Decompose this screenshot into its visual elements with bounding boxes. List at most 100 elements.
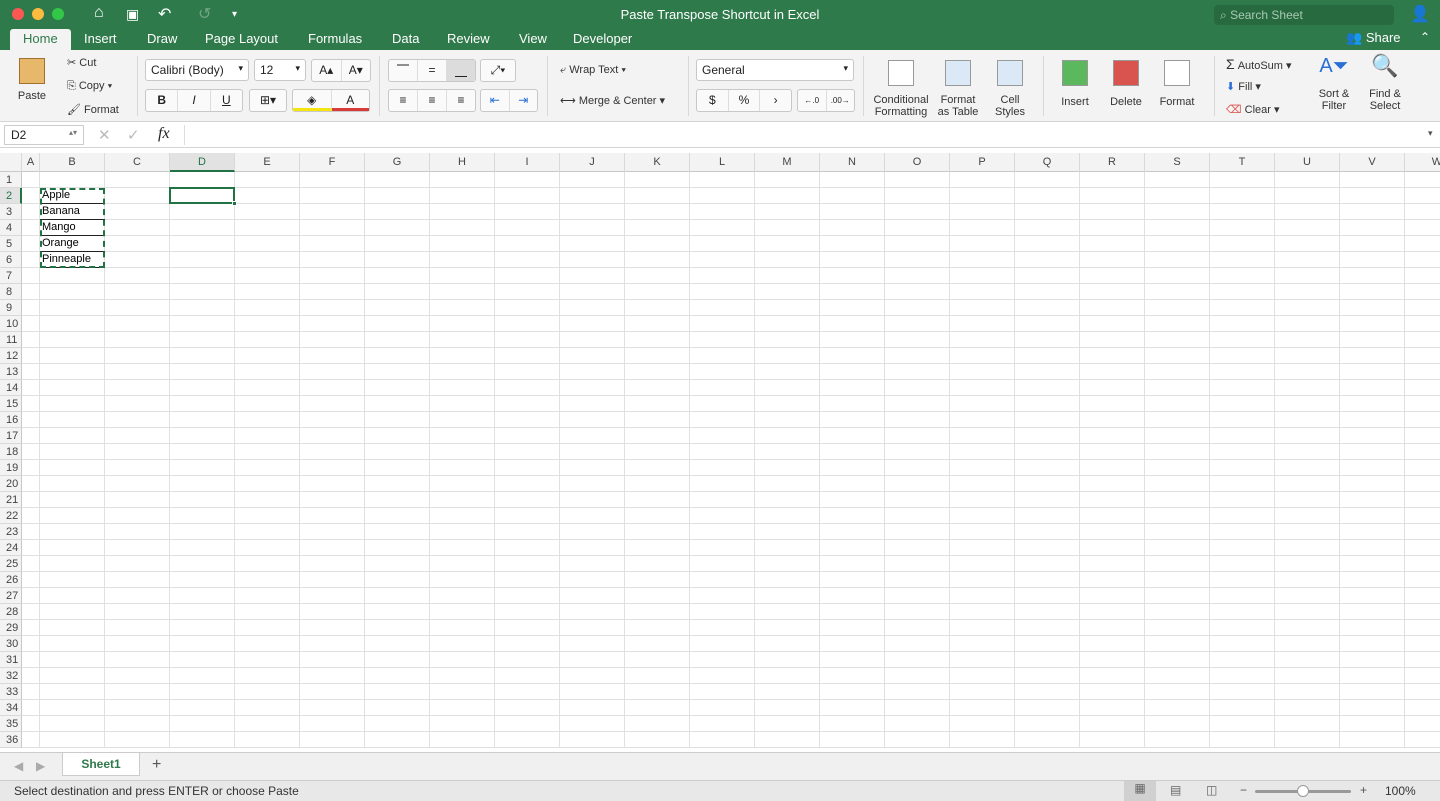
column-header-W[interactable]: W — [1405, 153, 1440, 172]
row-header-6[interactable]: 6 — [0, 252, 22, 268]
copy-button[interactable]: ⎘ Copy ▾ — [67, 80, 112, 93]
underline-button[interactable]: U — [211, 90, 242, 111]
row-header-5[interactable]: 5 — [0, 236, 22, 252]
column-header-E[interactable]: E — [235, 153, 300, 172]
percent-button[interactable]: % — [729, 90, 761, 111]
row-header-29[interactable]: 29 — [0, 620, 22, 636]
search-sheet-input[interactable]: ⌕ Search Sheet — [1214, 5, 1394, 25]
column-header-J[interactable]: J — [560, 153, 625, 172]
comma-style-button[interactable]: › — [760, 90, 791, 111]
scroll-sheets-left-icon[interactable]: ◀ — [14, 759, 23, 773]
active-cell-selection[interactable] — [169, 187, 235, 204]
column-header-G[interactable]: G — [365, 153, 430, 172]
row-header-25[interactable]: 25 — [0, 556, 22, 572]
format-as-table-button[interactable]: Format as Table — [934, 60, 982, 118]
column-header-T[interactable]: T — [1210, 153, 1275, 172]
align-bottom-icon[interactable]: ⎽ — [447, 60, 475, 81]
row-header-1[interactable]: 1 — [0, 172, 22, 188]
scroll-sheets-right-icon[interactable]: ▶ — [36, 759, 45, 773]
tab-view[interactable]: View — [506, 29, 560, 50]
column-header-R[interactable]: R — [1080, 153, 1145, 172]
row-header-34[interactable]: 34 — [0, 700, 22, 716]
expand-formula-bar-icon[interactable]: ▾ — [1428, 128, 1433, 139]
wrap-text-button[interactable]: ⤶ Wrap Text ▾ — [560, 64, 626, 77]
row-header-18[interactable]: 18 — [0, 444, 22, 460]
row-header-32[interactable]: 32 — [0, 668, 22, 684]
column-header-D[interactable]: D — [170, 153, 235, 172]
align-left-icon[interactable]: ≡ — [389, 90, 418, 111]
column-header-N[interactable]: N — [820, 153, 885, 172]
merge-center-button[interactable]: ⟷ Merge & Center ▾ — [560, 94, 665, 107]
sort-filter-button[interactable]: A⏷ Sort & Filter — [1310, 56, 1358, 112]
tab-review[interactable]: Review — [434, 29, 503, 50]
row-header-16[interactable]: 16 — [0, 412, 22, 428]
column-header-B[interactable]: B — [40, 153, 105, 172]
tab-draw[interactable]: Draw — [134, 29, 190, 50]
clear-button[interactable]: ⌫ Clear ▾ — [1226, 103, 1280, 116]
row-header-27[interactable]: 27 — [0, 588, 22, 604]
tab-formulas[interactable]: Formulas — [295, 29, 375, 50]
row-header-24[interactable]: 24 — [0, 540, 22, 556]
column-header-I[interactable]: I — [495, 153, 560, 172]
align-right-icon[interactable]: ≡ — [447, 90, 475, 111]
normal-view-button[interactable]: ▦ — [1124, 781, 1156, 801]
row-header-13[interactable]: 13 — [0, 364, 22, 380]
row-header-26[interactable]: 26 — [0, 572, 22, 588]
zoom-in-button[interactable]: + — [1360, 783, 1367, 797]
paste-button[interactable]: Paste — [10, 58, 54, 102]
fill-color-icon[interactable]: ◈ — [293, 90, 332, 111]
tab-home[interactable]: Home — [10, 29, 71, 50]
row-header-28[interactable]: 28 — [0, 604, 22, 620]
name-box[interactable]: D2 ▴▾ — [4, 125, 84, 145]
font-name-select[interactable]: Calibri (Body) ▾ — [145, 59, 249, 81]
column-header-P[interactable]: P — [950, 153, 1015, 172]
page-break-view-button[interactable]: ◫ — [1206, 783, 1217, 797]
increase-decimal-icon[interactable]: ←.0 — [798, 90, 827, 111]
decrease-indent-icon[interactable]: ⇤ — [481, 90, 510, 111]
row-header-19[interactable]: 19 — [0, 460, 22, 476]
row-header-11[interactable]: 11 — [0, 332, 22, 348]
column-header-U[interactable]: U — [1275, 153, 1340, 172]
insert-cells-button[interactable]: Insert — [1052, 60, 1098, 108]
italic-button[interactable]: I — [178, 90, 211, 111]
cut-button[interactable]: ✂ Cut — [67, 56, 96, 69]
select-all-corner[interactable] — [0, 153, 22, 172]
row-header-31[interactable]: 31 — [0, 652, 22, 668]
row-header-30[interactable]: 30 — [0, 636, 22, 652]
column-header-S[interactable]: S — [1145, 153, 1210, 172]
decrease-decimal-icon[interactable]: .00→ — [827, 90, 855, 111]
bold-button[interactable]: B — [146, 90, 179, 111]
tab-data[interactable]: Data — [379, 29, 432, 50]
column-header-M[interactable]: M — [755, 153, 820, 172]
format-cells-button[interactable]: Format — [1154, 60, 1200, 108]
tab-developer[interactable]: Developer — [560, 29, 645, 50]
row-header-20[interactable]: 20 — [0, 476, 22, 492]
tab-page-layout[interactable]: Page Layout — [192, 29, 291, 50]
borders-button[interactable]: ⊞▾ — [249, 89, 287, 112]
row-header-8[interactable]: 8 — [0, 284, 22, 300]
row-header-2[interactable]: 2 — [0, 188, 22, 204]
row-header-12[interactable]: 12 — [0, 348, 22, 364]
enter-icon[interactable]: ✓ — [127, 126, 140, 144]
zoom-out-button[interactable]: − — [1240, 783, 1247, 797]
row-header-14[interactable]: 14 — [0, 380, 22, 396]
row-header-35[interactable]: 35 — [0, 716, 22, 732]
row-header-4[interactable]: 4 — [0, 220, 22, 236]
column-header-H[interactable]: H — [430, 153, 495, 172]
row-header-22[interactable]: 22 — [0, 508, 22, 524]
account-icon[interactable]: 👤 — [1410, 4, 1430, 24]
find-select-button[interactable]: 🔍 Find & Select — [1362, 55, 1408, 113]
increase-indent-icon[interactable]: ⇥ — [510, 90, 538, 111]
font-color-icon[interactable]: A — [331, 90, 369, 111]
delete-cells-button[interactable]: Delete — [1103, 60, 1149, 108]
row-header-17[interactable]: 17 — [0, 428, 22, 444]
formula-input[interactable] — [184, 125, 1424, 145]
number-format-select[interactable]: General ▾ — [696, 59, 854, 81]
row-header-7[interactable]: 7 — [0, 268, 22, 284]
autosum-button[interactable]: Σ AutoSum ▾ — [1226, 56, 1292, 72]
cancel-icon[interactable]: ✕ — [98, 126, 111, 144]
cell-styles-button[interactable]: Cell Styles — [986, 60, 1034, 118]
row-header-23[interactable]: 23 — [0, 524, 22, 540]
row-header-9[interactable]: 9 — [0, 300, 22, 316]
font-size-select[interactable]: 12 ▾ — [254, 59, 306, 81]
